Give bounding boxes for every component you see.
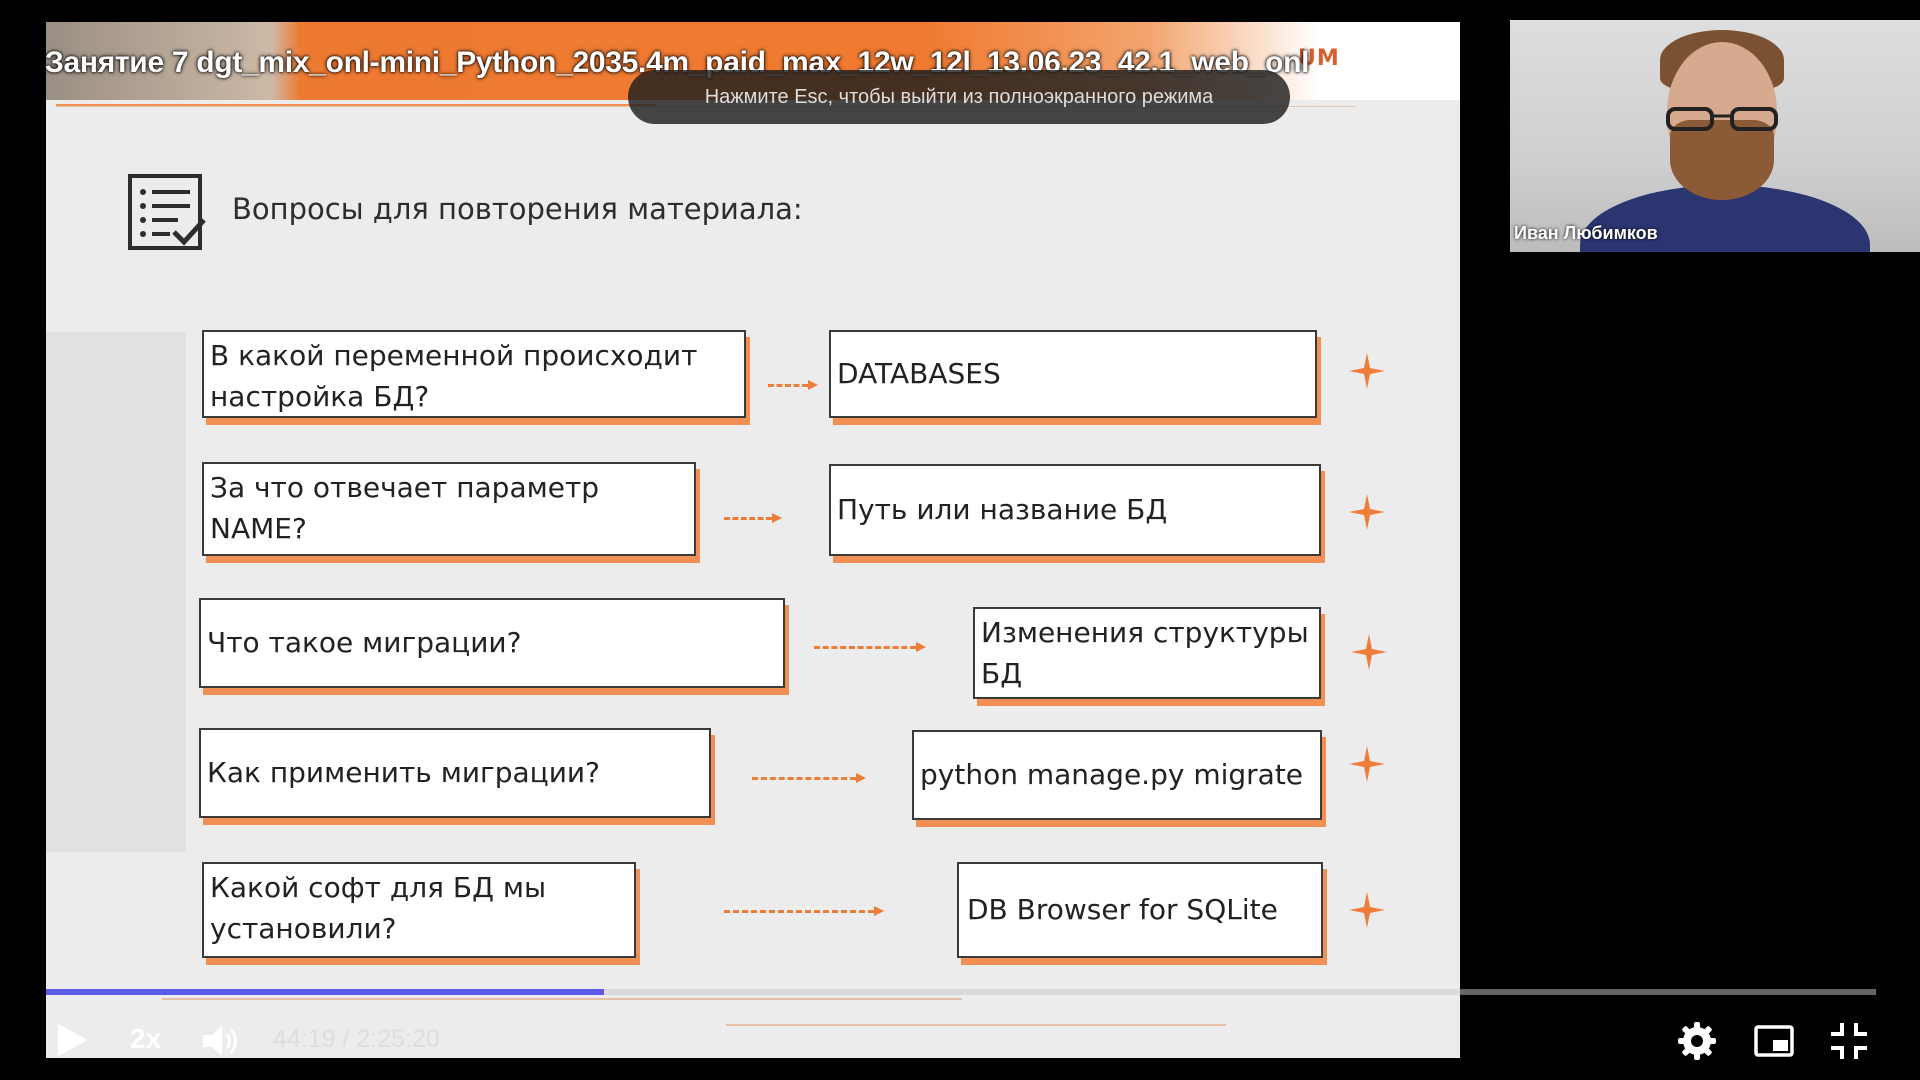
- duration: 2:25:20: [356, 1025, 440, 1053]
- speaker-name: Иван Любимков: [1514, 223, 1658, 243]
- exit-fullscreen-icon[interactable]: [1828, 1020, 1870, 1062]
- plus-star-icon-5: [1349, 892, 1385, 928]
- dashed-arrow-1: [768, 380, 818, 390]
- question-box-3: Что такое миграции?: [199, 598, 785, 688]
- plus-star-icon-2: [1349, 494, 1385, 530]
- speaker-beard: [1670, 120, 1774, 200]
- question-box-2: За что отвечает параметр NAME?: [202, 462, 696, 556]
- presentation-slide: UM Вопросы для повторения материала: В к…: [46, 22, 1460, 1058]
- dashed-arrow-2: [724, 513, 782, 523]
- time-display: 44:19 / 2:25:20: [273, 1025, 440, 1054]
- progress-bar-played: [46, 989, 605, 995]
- webcam-feed: Иван Любимков: [1510, 20, 1920, 252]
- question-box-5: Какой софт для БД мы установили?: [202, 862, 636, 958]
- dashed-arrow-5: [724, 906, 884, 916]
- fullscreen-exit-hint: Нажмите Esc, чтобы выйти из полноэкранно…: [628, 70, 1290, 124]
- volume-icon[interactable]: [200, 1021, 244, 1061]
- slide-footer-line: [162, 998, 962, 1000]
- plus-star-icon-1: [1349, 353, 1385, 389]
- answer-box-1: DATABASES: [829, 330, 1317, 418]
- miniplayer-icon[interactable]: [1753, 1022, 1795, 1060]
- answer-box-5: DB Browser for SQLite: [957, 862, 1323, 958]
- slide-title: Вопросы для повторения материала:: [232, 192, 803, 226]
- dashed-arrow-4: [752, 773, 866, 783]
- glasses-icon: [1666, 107, 1778, 131]
- progress-bar[interactable]: [46, 989, 1876, 995]
- play-icon[interactable]: [52, 1020, 92, 1060]
- slide-footer-line-2: [726, 1024, 1226, 1026]
- answer-box-3: Изменения структуры БД: [973, 607, 1321, 699]
- time-separator: /: [335, 1025, 357, 1053]
- answer-box-4: python manage.py migrate: [912, 730, 1322, 820]
- playback-speed-button[interactable]: 2x: [130, 1023, 161, 1055]
- slide-side-panel: [46, 332, 186, 852]
- plus-star-icon-4: [1349, 746, 1385, 782]
- dashed-arrow-3: [814, 642, 926, 652]
- checklist-icon: [128, 174, 206, 250]
- question-box-4: Как применить миграции?: [199, 728, 711, 818]
- plus-star-icon-3: [1351, 634, 1387, 670]
- question-box-1: В какой переменной происходит настройка …: [202, 330, 746, 418]
- settings-gear-icon[interactable]: [1676, 1020, 1718, 1062]
- answer-box-2: Путь или название БД: [829, 464, 1321, 556]
- current-time: 44:19: [273, 1025, 336, 1053]
